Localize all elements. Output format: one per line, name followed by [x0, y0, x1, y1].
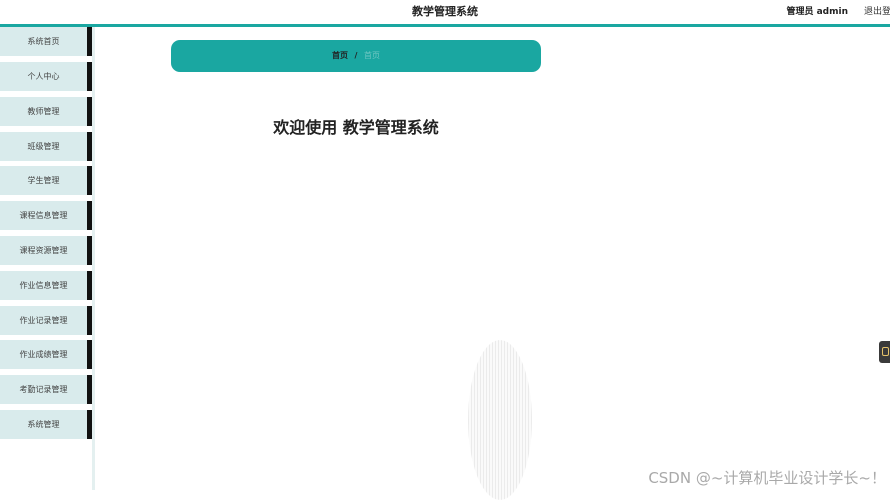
- breadcrumb-home-link[interactable]: 首页: [332, 51, 348, 60]
- breadcrumb-bar: 首页 / 首页: [171, 40, 541, 72]
- sidebar-item-label: 课程信息管理: [19, 211, 68, 220]
- sidebar: 系统首页 个人中心 教师管理 班级管理 学生管理 课程信息管理 课程资源管理 作…: [0, 27, 95, 490]
- sidebar-item-label: 作业成绩管理: [19, 350, 68, 359]
- watermark: CSDN @~计算机毕业设计学长~！: [648, 469, 886, 487]
- app-title: 教学管理系统: [412, 5, 478, 18]
- sidebar-item-label: 作业信息管理: [19, 281, 68, 290]
- sidebar-item-personal-center[interactable]: 个人中心: [0, 62, 92, 91]
- logout-link[interactable]: 退出登录: [864, 0, 890, 24]
- welcome-heading: 欢迎使用 教学管理系统: [273, 118, 439, 137]
- sidebar-item-label: 个人中心: [27, 72, 60, 81]
- sidebar-item-homework-record-management[interactable]: 作业记录管理: [0, 306, 92, 335]
- sidebar-item-teacher-management[interactable]: 教师管理: [0, 97, 92, 126]
- sidebar-item-home[interactable]: 系统首页: [0, 27, 92, 56]
- sidebar-item-system-management[interactable]: 系统管理: [0, 410, 92, 439]
- sidebar-item-course-resource-management[interactable]: 课程资源管理: [0, 236, 92, 265]
- sidebar-item-attendance-management[interactable]: 考勤记录管理: [0, 375, 92, 404]
- sidebar-item-class-management[interactable]: 班级管理: [0, 132, 92, 161]
- decorative-ellipse: [468, 340, 532, 500]
- floating-side-widget[interactable]: [879, 341, 890, 363]
- clipboard-icon: [882, 347, 889, 356]
- sidebar-item-label: 教师管理: [27, 107, 60, 116]
- sidebar-item-homework-info-management[interactable]: 作业信息管理: [0, 271, 92, 300]
- top-header: 教学管理系统 管理员 admin 退出登录: [0, 0, 890, 27]
- sidebar-item-label: 作业记录管理: [19, 316, 68, 325]
- breadcrumb: 首页 / 首页: [171, 40, 541, 72]
- sidebar-item-homework-grade-management[interactable]: 作业成绩管理: [0, 340, 92, 369]
- sidebar-item-student-management[interactable]: 学生管理: [0, 166, 92, 195]
- sidebar-item-course-info-management[interactable]: 课程信息管理: [0, 201, 92, 230]
- sidebar-item-label: 学生管理: [27, 176, 60, 185]
- sidebar-item-label: 系统管理: [27, 420, 60, 429]
- sidebar-item-label: 班级管理: [27, 142, 60, 151]
- breadcrumb-separator: /: [354, 51, 358, 60]
- breadcrumb-current: 首页: [364, 51, 380, 60]
- sidebar-item-label: 考勤记录管理: [19, 385, 68, 394]
- user-label: 管理员 admin: [786, 7, 848, 17]
- sidebar-item-label: 系统首页: [27, 37, 60, 46]
- sidebar-item-label: 课程资源管理: [19, 246, 68, 255]
